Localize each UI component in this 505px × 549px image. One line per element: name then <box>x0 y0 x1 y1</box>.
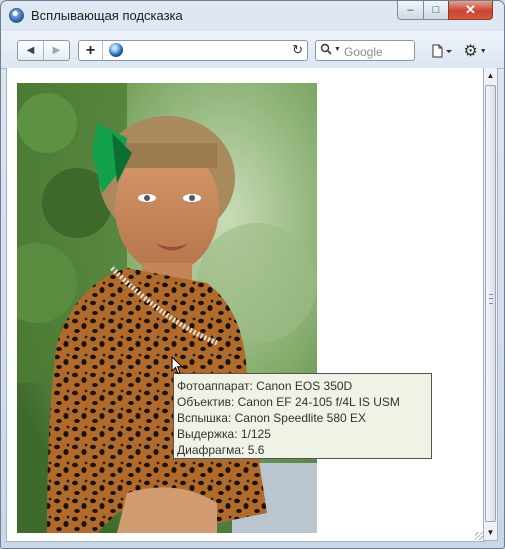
tooltip-line-lens: Объектив: Canon EF 24-105 f/4L IS USM <box>177 395 400 409</box>
scroll-down-button[interactable]: ▼ <box>484 525 497 540</box>
tooltip-line-shutter: Выдержка: 1/125 <box>177 427 271 441</box>
forward-button[interactable]: ▶ <box>43 41 69 60</box>
navigation-toolbar: ◀ ▶ + ↻ ▼ ⚙▼ <box>1 31 504 69</box>
portrait-photo <box>17 83 317 533</box>
address-bar: + ↻ <box>78 40 308 61</box>
page-icon <box>432 44 452 58</box>
page-content <box>6 68 485 542</box>
chevron-down-icon: ▼ <box>479 47 487 55</box>
tooltip-line-camera: Фотоаппарат: Canon EOS 350D <box>177 379 353 393</box>
search-input[interactable] <box>342 42 416 61</box>
window-title: Всплывающая подсказка <box>31 8 183 23</box>
gear-icon: ⚙ <box>463 43 478 60</box>
tooltip-line-aperture: Диафрагма: 5.6 <box>177 443 265 457</box>
page-menu-button[interactable] <box>429 42 455 60</box>
tools-menu-button[interactable]: ⚙ ▼ <box>460 41 490 61</box>
search-icon[interactable] <box>320 43 332 58</box>
back-button[interactable]: ◀ <box>18 41 43 60</box>
scroll-grip-icon <box>489 294 493 304</box>
url-input[interactable] <box>127 42 291 61</box>
vertical-scrollbar[interactable]: ▲ ▼ <box>483 68 498 541</box>
resize-grip[interactable] <box>475 532 483 540</box>
maximize-button[interactable]: □ <box>423 1 449 20</box>
title-bar: Всплывающая подсказка – □ ✕ <box>1 1 504 31</box>
browser-globe-icon <box>9 8 24 23</box>
new-tab-button[interactable]: + <box>79 41 103 60</box>
globe-icon <box>109 43 123 57</box>
scroll-up-button[interactable]: ▲ <box>484 68 497 83</box>
minimize-button[interactable]: – <box>397 1 424 20</box>
browser-window: Всплывающая подсказка – □ ✕ ◀ ▶ + ↻ ▼ ⚙▼ <box>0 0 505 549</box>
tooltip-line-flash: Вспышка: Canon Speedlite 580 EX <box>177 411 367 425</box>
scroll-thumb[interactable] <box>485 85 496 522</box>
reload-icon[interactable]: ↻ <box>292 42 303 58</box>
search-box: ▼ <box>315 40 416 61</box>
mouse-cursor-icon <box>171 356 183 375</box>
back-forward-group: ◀ ▶ <box>17 40 70 61</box>
photo-info-tooltip: Фотоаппарат: Canon EOS 350D Объектив: Ca… <box>173 373 432 459</box>
search-engine-dropdown-icon[interactable]: ▼ <box>334 46 341 53</box>
close-button[interactable]: ✕ <box>448 1 493 20</box>
